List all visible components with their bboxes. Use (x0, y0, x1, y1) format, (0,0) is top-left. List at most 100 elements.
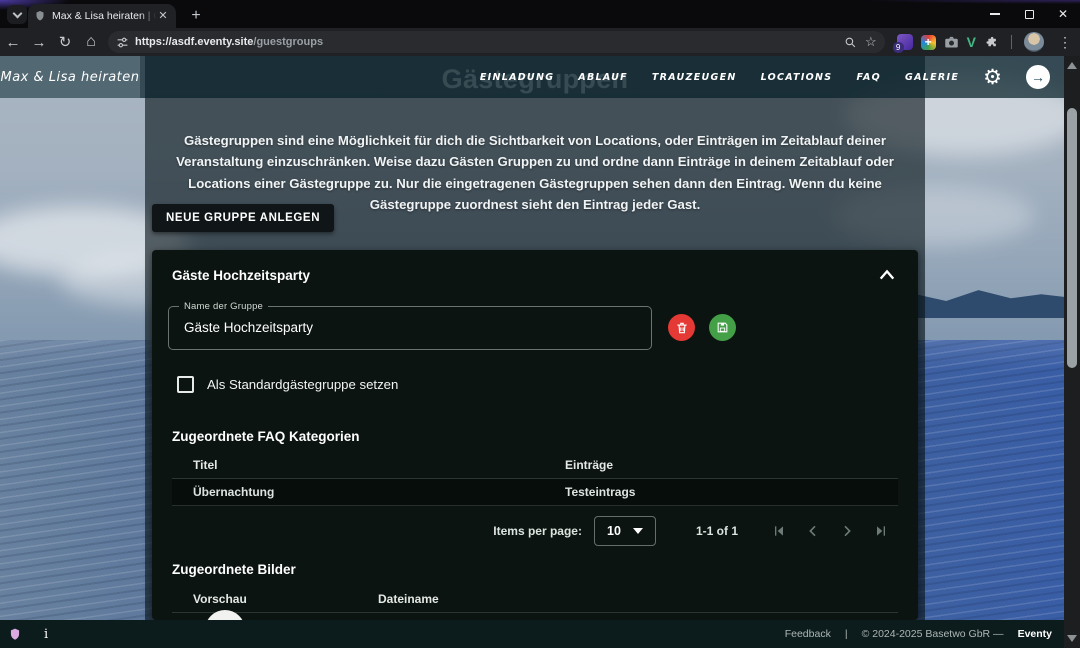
active-tab[interactable]: Max & Lisa heiraten | Gästegrup ✕ (28, 4, 176, 28)
site-header: Max & Lisa heiraten EINLADUNG ABLAUF TRA… (0, 56, 1064, 98)
extension-diamond-icon[interactable]: + (921, 35, 936, 50)
images-col-dateiname: Dateiname (378, 592, 439, 606)
faq-col-titel: Titel (172, 458, 217, 472)
nav-galerie[interactable]: GALERIE (905, 72, 959, 83)
tab-close-icon[interactable]: ✕ (156, 9, 170, 23)
scrollbar-thumb[interactable] (1067, 108, 1077, 368)
extension-camera-icon[interactable] (944, 36, 959, 49)
delete-group-button[interactable] (668, 314, 695, 341)
first-page-button[interactable] (762, 521, 796, 541)
chevron-down-icon (12, 8, 22, 18)
back-button[interactable]: ← (0, 34, 26, 51)
tab-strip: Max & Lisa heiraten | Gästegrup ✕ + ✕ (0, 0, 1080, 28)
next-page-button[interactable] (830, 521, 864, 541)
last-page-button[interactable] (864, 521, 898, 541)
privacy-shield-icon[interactable] (8, 627, 22, 642)
faq-table-header: Titel Einträge (172, 452, 898, 479)
forward-button[interactable]: → (26, 34, 52, 51)
shield-favicon-icon (34, 10, 46, 22)
content-column: Gästegruppen Gästegruppen sind eine Mögl… (145, 56, 925, 648)
url-path: /guestgroups (253, 36, 323, 48)
page-description: Gästegruppen sind eine Möglichkeit für d… (155, 130, 915, 216)
profile-avatar[interactable] (1024, 32, 1044, 52)
tab-search-button[interactable] (7, 5, 27, 24)
images-table-header: Vorschau Dateiname (172, 586, 898, 613)
nav-ablauf[interactable]: ABLAUF (578, 72, 628, 83)
default-group-row: Als Standardgästegruppe setzen (177, 376, 398, 393)
browser-window: Max & Lisa heiraten | Gästegrup ✕ + ✕ ← … (0, 0, 1080, 648)
faq-row-titel: Übernachtung (172, 485, 274, 499)
site-brand[interactable]: Max & Lisa heiraten (0, 56, 140, 98)
logout-arrow-button[interactable]: → (1026, 65, 1050, 89)
site-nav: EINLADUNG ABLAUF TRAUZEUGEN LOCATIONS FA… (480, 65, 1064, 89)
select-caret-icon (633, 528, 643, 534)
footer-links: Feedback | © 2024-2025 Basetwo GbR — Eve… (785, 628, 1064, 640)
chevron-right-icon (839, 523, 855, 539)
extension-plus-glyph: + (921, 35, 936, 50)
extensions-area: 9 + V ⋮ (897, 32, 1080, 52)
collapse-chevron-icon[interactable] (876, 266, 898, 284)
extension-purple-icon[interactable]: 9 (897, 34, 913, 50)
group-title: Gäste Hochzeitsparty (172, 268, 310, 283)
scroll-up-arrow-icon[interactable] (1067, 62, 1077, 69)
close-icon: ✕ (1058, 7, 1068, 21)
first-page-icon (771, 523, 787, 539)
prev-page-button[interactable] (796, 521, 830, 541)
nav-einladung[interactable]: EINLADUNG (480, 72, 554, 83)
scroll-down-arrow-icon[interactable] (1067, 635, 1077, 642)
copyright-text: © 2024-2025 Basetwo GbR — (862, 628, 1004, 640)
zoom-icon[interactable] (844, 36, 857, 49)
bookmark-star-icon[interactable]: ☆ (865, 34, 877, 50)
faq-section-heading: Zugeordnete FAQ Kategorien (172, 429, 360, 444)
feedback-link[interactable]: Feedback (785, 628, 831, 640)
group-name-label: Name der Gruppe (179, 301, 268, 312)
group-name-value: Gäste Hochzeitsparty (184, 320, 313, 335)
page-range-label: 1-1 of 1 (696, 524, 738, 538)
new-tab-button[interactable]: + (186, 6, 206, 26)
faq-table: Titel Einträge Übernachtung Testeintrags (172, 452, 898, 506)
nav-faq[interactable]: FAQ (856, 72, 881, 83)
items-per-page-select[interactable]: 10 (594, 516, 656, 546)
extension-badge: 9 (893, 42, 904, 53)
trash-icon (675, 321, 689, 335)
faq-table-row[interactable]: Übernachtung Testeintrags (172, 479, 898, 506)
extension-vue-icon[interactable]: V (967, 34, 976, 50)
items-per-page-value: 10 (607, 524, 621, 538)
reload-button[interactable]: ↻ (52, 33, 78, 51)
default-group-checkbox[interactable] (177, 376, 194, 393)
maximize-button[interactable] (1012, 0, 1046, 28)
faq-col-eintraege: Einträge (565, 458, 613, 472)
default-group-label: Als Standardgästegruppe setzen (207, 377, 398, 392)
name-field-row: Name der Gruppe Gäste Hochzeitsparty (168, 306, 736, 350)
extensions-puzzle-icon[interactable] (984, 35, 999, 50)
url-host: https://asdf.eventy.site (135, 36, 253, 48)
nav-trauzeugen[interactable]: TRAUZEUGEN (652, 72, 737, 83)
last-page-icon (873, 523, 889, 539)
tab-title: Max & Lisa heiraten | Gästegrup (52, 9, 156, 23)
card-header[interactable]: Gäste Hochzeitsparty (152, 250, 918, 294)
maximize-icon (1025, 10, 1034, 19)
nav-locations[interactable]: LOCATIONS (761, 72, 833, 83)
group-name-input[interactable]: Name der Gruppe Gäste Hochzeitsparty (168, 306, 652, 350)
images-section-heading: Zugeordnete Bilder (172, 562, 296, 577)
footer-brand[interactable]: Eventy (1018, 628, 1052, 640)
minimize-icon (990, 13, 1000, 15)
site-settings-icon[interactable] (116, 36, 129, 49)
chevron-left-icon (805, 523, 821, 539)
save-group-button[interactable] (709, 314, 736, 341)
items-per-page-label: Items per page: (493, 524, 582, 538)
settings-gear-icon[interactable]: ⚙ (983, 67, 1002, 88)
minimize-button[interactable] (978, 0, 1012, 28)
page-scrollbar[interactable] (1064, 56, 1080, 648)
home-button[interactable]: ⌂ (78, 33, 104, 51)
images-col-vorschau: Vorschau (172, 592, 247, 606)
browser-menu-icon[interactable]: ⋮ (1058, 34, 1072, 51)
info-icon[interactable]: i (44, 627, 48, 642)
page-viewport: Max & Lisa heiraten EINLADUNG ABLAUF TRA… (0, 56, 1064, 648)
window-controls: ✕ (978, 0, 1080, 28)
address-bar[interactable]: https://asdf.eventy.site/guestgroups ☆ (108, 31, 885, 53)
guest-group-card: Gäste Hochzeitsparty Name der Gruppe Gäs… (152, 250, 918, 620)
new-group-button[interactable]: NEUE GRUPPE ANLEGEN (152, 204, 334, 232)
close-button[interactable]: ✕ (1046, 0, 1080, 28)
url-text: https://asdf.eventy.site/guestgroups (135, 36, 844, 48)
